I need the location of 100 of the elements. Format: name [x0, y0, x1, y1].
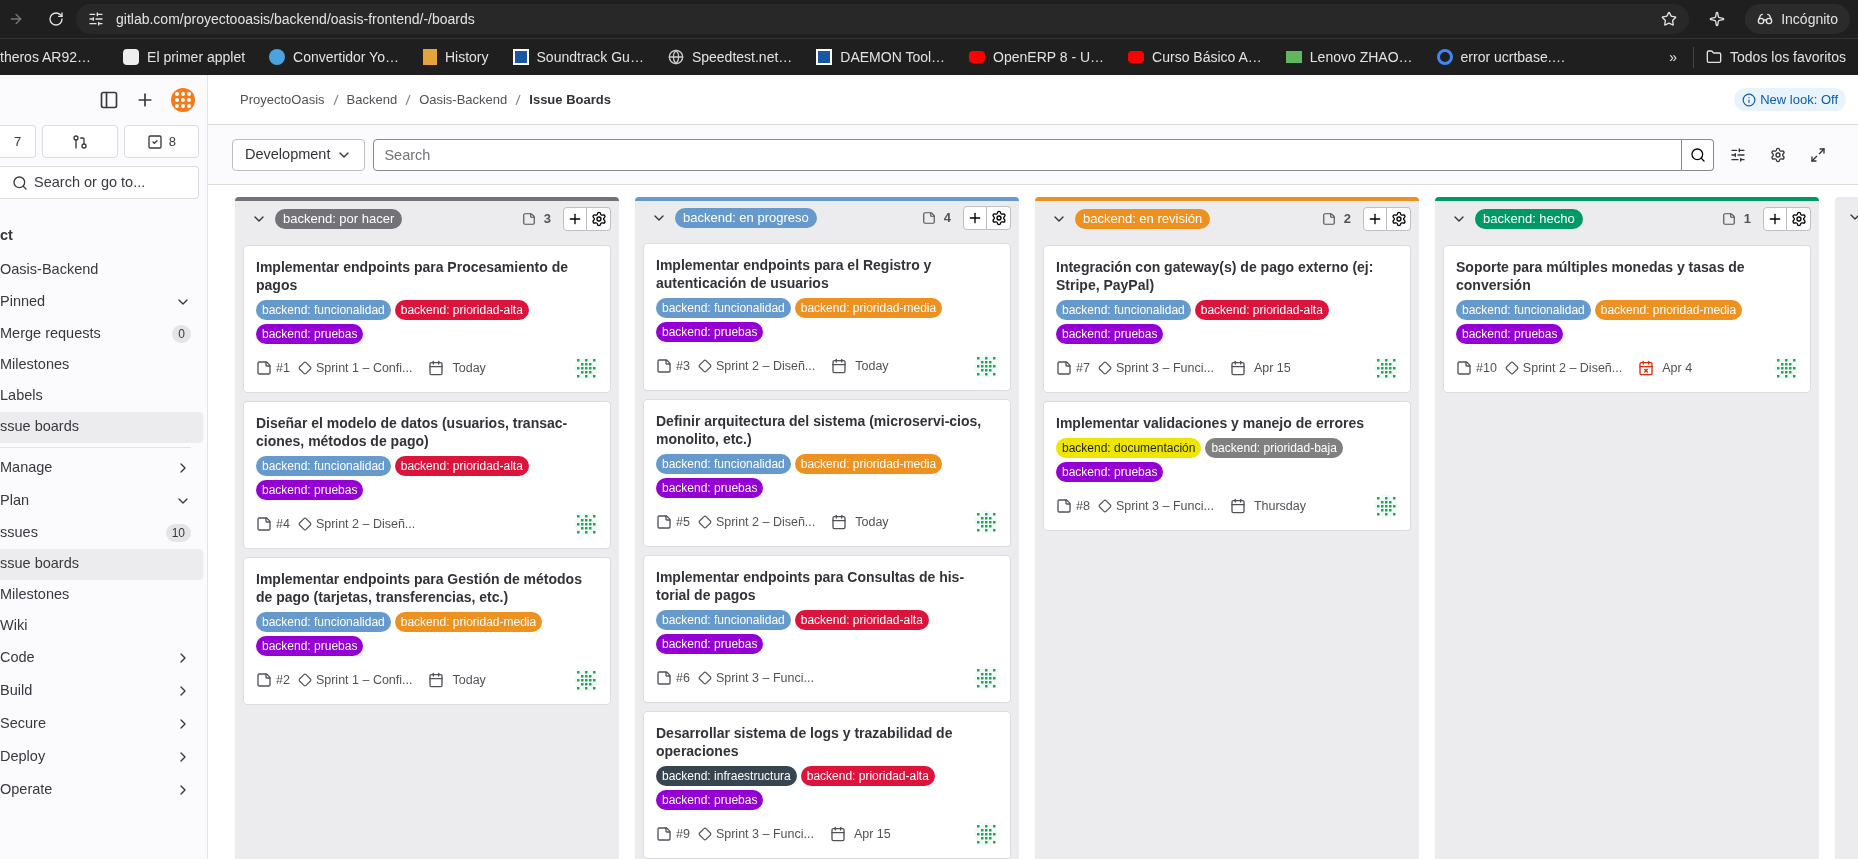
- issue-card[interactable]: Implementar endpoints para el Registro y autenticación de usuarios backend: funcionalidad backend: prioridad-media backend: pruebas #3 Sprint 2 – Diseñ... Today: [643, 243, 1011, 391]
- issue-title[interactable]: Implementar endpoints para Gestión de métodos de pago (tarjetas, transferencias, etc.): [256, 570, 598, 606]
- filter-settings-icon[interactable]: [1730, 146, 1746, 163]
- forward-icon[interactable]: [8, 11, 24, 27]
- label-tag[interactable]: backend: documentación: [1056, 438, 1202, 458]
- nav-group[interactable]: Secure: [0, 707, 203, 741]
- issue-title[interactable]: Implementar endpoints para el Registro y autenticación de usuarios: [656, 256, 998, 292]
- avatar-icon[interactable]: [1374, 494, 1398, 518]
- new-look-badge[interactable]: New look: Off: [1734, 87, 1846, 112]
- avatar-icon[interactable]: [574, 668, 598, 692]
- label-tag[interactable]: backend: prioridad-alta: [794, 610, 929, 630]
- nav-group[interactable]: Pinned: [0, 285, 203, 319]
- bookmark-item[interactable]: error ucrtbase.…: [1424, 46, 1578, 68]
- avatar-icon[interactable]: [1374, 356, 1398, 380]
- settings-button[interactable]: [987, 206, 1011, 230]
- all-bookmarks-item[interactable]: Todos los favoritos: [1693, 46, 1858, 68]
- breadcrumb-link[interactable]: Issue Boards: [529, 89, 611, 110]
- add-issue-button[interactable]: [963, 206, 987, 230]
- add-issue-button[interactable]: [1363, 207, 1387, 231]
- label-tag[interactable]: backend: pruebas: [256, 636, 364, 656]
- bookmark-star-icon[interactable]: [1661, 11, 1678, 27]
- breadcrumb-link[interactable]: Oasis-Backend: [419, 89, 508, 110]
- label-tag[interactable]: backend: prioridad-alta: [394, 456, 529, 476]
- label-tag[interactable]: backend: pruebas: [656, 478, 764, 498]
- nav-group[interactable]: Operate: [0, 773, 203, 807]
- milestone-text[interactable]: Sprint 2 – Diseñ...: [1522, 358, 1623, 378]
- expand-icon[interactable]: [1810, 146, 1826, 163]
- milestone-text[interactable]: Sprint 2 – Diseñ...: [315, 514, 416, 534]
- settings-button[interactable]: [1387, 207, 1411, 231]
- nav-group[interactable]: Manage: [0, 451, 203, 485]
- board-dropdown[interactable]: Development: [232, 138, 366, 171]
- nav-item[interactable]: Oasis-Backend: [0, 254, 203, 286]
- avatar-icon[interactable]: [974, 822, 998, 846]
- label-tag[interactable]: backend: prioridad-alta: [1194, 300, 1329, 320]
- label-tag[interactable]: backend: pruebas: [1056, 462, 1164, 482]
- label-tag[interactable]: backend: prioridad-alta: [394, 300, 529, 320]
- avatar-icon[interactable]: [974, 354, 998, 378]
- bookmark-item[interactable]: Lenovo ZHAO…: [1273, 46, 1425, 68]
- milestone-text[interactable]: Sprint 3 – Funci...: [1115, 358, 1214, 378]
- label-tag[interactable]: backend: pruebas: [1456, 324, 1564, 344]
- column-label[interactable]: backend: por hacer: [275, 209, 403, 229]
- bookmark-item[interactable]: Convertidor Yo…: [257, 46, 411, 68]
- breadcrumb-link[interactable]: Backend: [346, 89, 398, 110]
- milestone-text[interactable]: Sprint 3 – Funci...: [1115, 496, 1214, 516]
- issue-card[interactable]: Desarrollar sistema de logs y trazabilidad de operaciones backend: infraestructura backend: prioridad-alta backend: pruebas #9 Sprint 3 – Funci... Apr 15: [643, 711, 1011, 859]
- counter-button[interactable]: [42, 125, 118, 158]
- issue-card[interactable]: Definir arquitectura del sistema (microservi-cios, monolito, etc.) backend: funcionalidad backend: prioridad-media backend: pruebas #5 Sprint 2 – Diseñ... Today: [643, 399, 1011, 547]
- issue-title[interactable]: Soporte para múltiples monedas y tasas de conversión: [1456, 258, 1798, 294]
- nav-item[interactable]: ssues 10: [0, 517, 203, 549]
- bookmark-item[interactable]: Curso Básico A…: [1116, 46, 1274, 68]
- milestone-text[interactable]: Sprint 1 – Confi...: [315, 670, 413, 690]
- nav-item[interactable]: ssue boards: [0, 548, 203, 580]
- bookmark-item[interactable]: theros AR92…: [0, 46, 112, 68]
- issue-card[interactable]: Implementar endpoints para Gestión de métodos de pago (tarjetas, transferencias, etc.) backend: funcionalidad backend: prioridad-media backend: pruebas #2 Sprint 1 – Confi... Today: [243, 557, 611, 705]
- settings-button[interactable]: [587, 207, 611, 231]
- issue-card[interactable]: Soporte para múltiples monedas y tasas de conversión backend: funcionalidad backend: prioridad-media backend: pruebas #10 Sprint 2 – Diseñ... Apr 4: [1443, 245, 1811, 393]
- issue-title[interactable]: Integración con gateway(s) de pago externo (ej: Stripe, PayPal): [1056, 258, 1398, 294]
- label-tag[interactable]: backend: prioridad-alta: [800, 766, 935, 786]
- bookmark-item[interactable]: History: [410, 46, 501, 68]
- bookmark-item[interactable]: Soundtrack Gu…: [500, 46, 656, 68]
- issue-card[interactable]: Diseñar el modelo de datos (usuarios, transac-ciones, métodos de pago) backend: funcionalidad backend: prioridad-alta backend: pruebas #4 Sprint 2 – Diseñ...: [243, 401, 611, 549]
- site-settings-icon[interactable]: [88, 11, 104, 27]
- label-tag[interactable]: backend: pruebas: [656, 634, 764, 654]
- label-tag[interactable]: backend: infraestructura: [656, 766, 797, 786]
- bookmark-item[interactable]: Speedtest.net…: [655, 46, 805, 68]
- counter-button[interactable]: 7: [0, 125, 36, 158]
- avatar-icon[interactable]: [1774, 356, 1798, 380]
- column-label[interactable]: backend: hecho: [1475, 209, 1583, 229]
- milestone-text[interactable]: Sprint 3 – Funci...: [715, 824, 814, 844]
- nav-item[interactable]: ssue boards: [0, 411, 203, 443]
- milestone-text[interactable]: Sprint 3 – Funci...: [715, 668, 814, 688]
- issue-title[interactable]: Desarrollar sistema de logs y trazabilidad de operaciones: [656, 724, 998, 760]
- label-tag[interactable]: backend: prioridad-baja: [1205, 438, 1343, 458]
- nav-group[interactable]: Deploy: [0, 740, 203, 774]
- avatar-icon[interactable]: [171, 88, 195, 112]
- issue-card[interactable]: Implementar validaciones y manejo de errores backend: documentación backend: prioridad-baja backend: pruebas #8 Sprint 3 – Funci... Thursday: [1043, 401, 1411, 531]
- milestone-text[interactable]: Sprint 2 – Diseñ...: [715, 512, 816, 532]
- issue-card[interactable]: Implementar endpoints para Consultas de his-torial de pagos backend: funcionalidad backend: prioridad-alta backend: pruebas #6 Sprint 3 – Funci...: [643, 555, 1011, 703]
- nav-group[interactable]: Code: [0, 641, 203, 675]
- nav-item[interactable]: Merge requests 0: [0, 318, 203, 350]
- issue-title[interactable]: Implementar validaciones y manejo de errores: [1056, 414, 1398, 432]
- label-tag[interactable]: backend: pruebas: [1056, 324, 1164, 344]
- counter-button[interactable]: 8: [123, 125, 199, 158]
- nav-group[interactable]: Build: [0, 674, 203, 708]
- issue-title[interactable]: Implementar endpoints para Consultas de his-torial de pagos: [656, 568, 998, 604]
- bookmark-item[interactable]: OpenERP 8 - U…: [957, 46, 1117, 68]
- address-bar[interactable]: gitlab.com/proyectooasis/backend/oasis-frontend/-/boards: [76, 4, 1690, 34]
- bookmark-item[interactable]: El primer applet: [111, 46, 258, 68]
- issue-card[interactable]: Integración con gateway(s) de pago externo (ej: Stripe, PayPal) backend: funcionalidad backend: prioridad-alta backend: pruebas #7 Sprint 3 – Funci... Apr 15: [1043, 245, 1411, 393]
- nav-item[interactable]: Labels: [0, 380, 203, 412]
- avatar-icon[interactable]: [574, 512, 598, 536]
- milestone-text[interactable]: Sprint 2 – Diseñ...: [715, 356, 816, 376]
- bookmark-item[interactable]: DAEMON Tool…: [804, 46, 958, 68]
- nav-item[interactable]: Milestones: [0, 579, 203, 611]
- search-button[interactable]: [1682, 138, 1714, 171]
- avatar-icon[interactable]: [974, 666, 998, 690]
- issue-title[interactable]: Diseñar el modelo de datos (usuarios, transac-ciones, métodos de pago): [256, 414, 598, 450]
- avatar-icon[interactable]: [974, 510, 998, 534]
- nav-item[interactable]: Wiki: [0, 610, 203, 642]
- avatar-icon[interactable]: [574, 356, 598, 380]
